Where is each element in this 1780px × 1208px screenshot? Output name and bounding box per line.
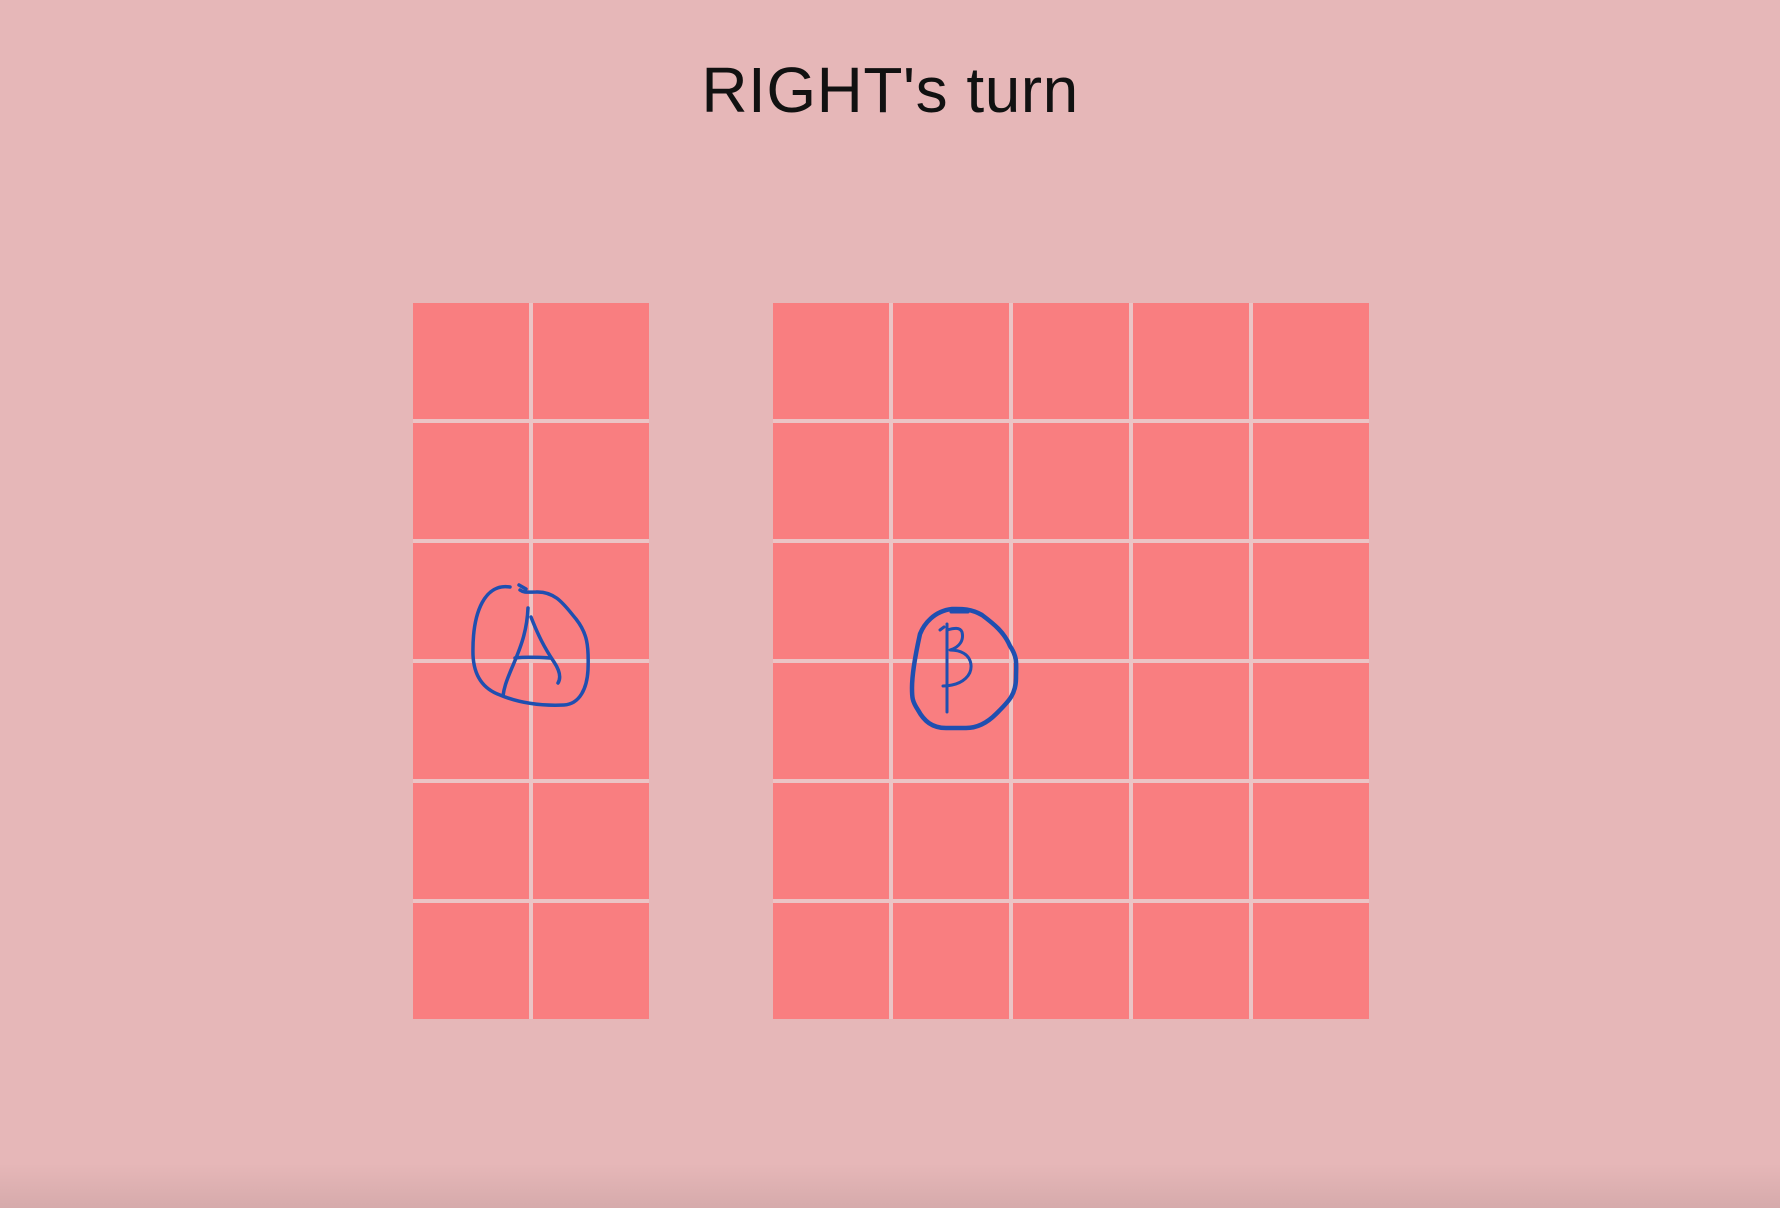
right-board-cell[interactable] <box>893 663 1009 779</box>
left-board-cell[interactable] <box>533 783 649 899</box>
left-board-cell[interactable] <box>413 903 529 1019</box>
turn-status-title: RIGHT's turn <box>701 54 1079 126</box>
right-board-cell[interactable] <box>1253 663 1369 779</box>
right-board-cell[interactable] <box>1013 303 1129 419</box>
right-board-cell[interactable] <box>773 783 889 899</box>
right-board-cell[interactable] <box>893 783 1009 899</box>
right-board-cell[interactable] <box>1013 663 1129 779</box>
right-board-cell[interactable] <box>1133 303 1249 419</box>
right-board-cell[interactable] <box>1013 423 1129 539</box>
right-board-cell[interactable] <box>1013 783 1129 899</box>
left-board-cell[interactable] <box>533 663 649 779</box>
right-board-cell[interactable] <box>1133 783 1249 899</box>
right-board-cell[interactable] <box>773 303 889 419</box>
left-board-cell[interactable] <box>533 423 649 539</box>
right-board-cell[interactable] <box>773 423 889 539</box>
right-board-cell[interactable] <box>893 543 1009 659</box>
bottom-edge-shadow <box>0 1163 1780 1208</box>
right-board-cell[interactable] <box>1013 903 1129 1019</box>
left-board-cell[interactable] <box>533 903 649 1019</box>
right-board-cell[interactable] <box>893 303 1009 419</box>
left-board <box>413 303 649 1019</box>
right-board-cell[interactable] <box>1253 903 1369 1019</box>
right-board-cell[interactable] <box>1133 423 1249 539</box>
right-board-cell[interactable] <box>773 543 889 659</box>
right-board-cell[interactable] <box>1133 663 1249 779</box>
left-board-cell[interactable] <box>413 423 529 539</box>
right-board-cell[interactable] <box>1253 303 1369 419</box>
left-board-cell[interactable] <box>533 303 649 419</box>
left-board-cell[interactable] <box>413 303 529 419</box>
right-board <box>773 303 1369 1019</box>
right-board-cell[interactable] <box>893 903 1009 1019</box>
left-board-cell[interactable] <box>413 783 529 899</box>
right-board-cell[interactable] <box>773 903 889 1019</box>
right-board-cell[interactable] <box>1133 903 1249 1019</box>
left-board-cell[interactable] <box>533 543 649 659</box>
left-board-cell[interactable] <box>413 663 529 779</box>
right-board-cell[interactable] <box>1253 423 1369 539</box>
right-board-cell[interactable] <box>1133 543 1249 659</box>
right-board-cell[interactable] <box>1253 783 1369 899</box>
right-board-cell[interactable] <box>893 423 1009 539</box>
right-board-cell[interactable] <box>773 663 889 779</box>
left-board-cell[interactable] <box>413 543 529 659</box>
right-board-cell[interactable] <box>1253 543 1369 659</box>
right-board-cell[interactable] <box>1013 543 1129 659</box>
